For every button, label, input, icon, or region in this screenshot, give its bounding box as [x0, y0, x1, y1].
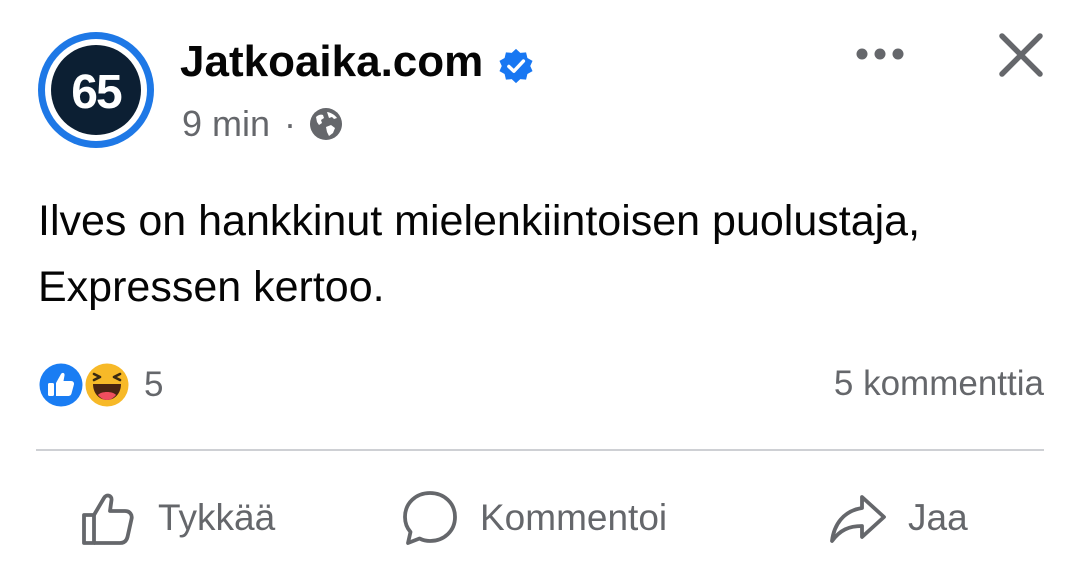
- avatar-text: 65: [71, 66, 122, 119]
- thumbs-up-icon: [82, 493, 134, 545]
- like-reaction-icon: [36, 360, 86, 410]
- haha-reaction-icon: [82, 360, 132, 410]
- verified-badge-icon: [497, 43, 535, 84]
- post-text: Ilves on hankkinut mielenkiintoisen puol…: [38, 197, 921, 311]
- reaction-count: 5: [144, 365, 164, 404]
- like-button[interactable]: Tykkää: [78, 486, 275, 550]
- page-avatar[interactable]: 65: [36, 30, 156, 150]
- like-button-label: Tykkää: [158, 497, 276, 538]
- more-options-icon[interactable]: [852, 36, 908, 72]
- comment-icon: [403, 491, 457, 545]
- post-time[interactable]: 9 min: [182, 102, 270, 146]
- page-name-row: Jatkoaika.com: [180, 34, 535, 90]
- meta-separator: ·: [284, 103, 297, 144]
- comment-button-label: Kommentoi: [480, 497, 668, 538]
- share-button-label: Jaa: [908, 497, 968, 538]
- comment-button[interactable]: Kommentoi: [400, 486, 667, 550]
- comment-count[interactable]: 5 kommenttia: [834, 362, 1044, 406]
- close-icon[interactable]: [996, 30, 1046, 80]
- share-arrow-icon: [830, 495, 886, 543]
- post-meta: 9 min ·: [182, 102, 344, 146]
- share-button[interactable]: Jaa: [828, 486, 968, 550]
- page-name[interactable]: Jatkoaika.com: [180, 34, 483, 90]
- reactions-summary[interactable]: 5: [36, 358, 163, 412]
- globe-icon: [308, 106, 344, 142]
- divider: [36, 449, 1044, 451]
